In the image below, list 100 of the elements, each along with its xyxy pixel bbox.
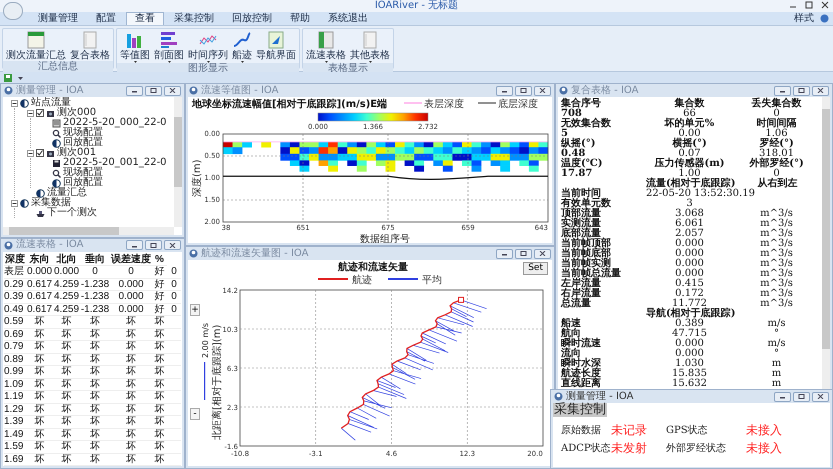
menu-tab[interactable]: 查看 <box>126 12 164 25</box>
minimize-button[interactable] <box>496 248 513 258</box>
table-cell: 坏 <box>110 378 152 391</box>
help-icon[interactable] <box>820 14 829 23</box>
maximize-button[interactable] <box>145 240 162 250</box>
close-button[interactable] <box>812 392 829 402</box>
table-cell: 4.259 <box>53 291 80 304</box>
table-cell-text: m/s <box>766 339 786 349</box>
collapse-icon[interactable] <box>11 100 18 106</box>
tree-item[interactable]: 下一个测次 <box>47 208 97 218</box>
table-cell-text: 瞬时水深 <box>561 359 602 369</box>
maximize-button[interactable] <box>145 86 162 96</box>
checkbox[interactable] <box>36 109 44 117</box>
ribbon-button[interactable]: 测次流量汇总 <box>5 29 67 61</box>
panel-title: 流速等值图 - IOA <box>201 84 278 96</box>
menu-tab[interactable]: 采集控制 <box>166 12 222 25</box>
magnifier-icon <box>52 168 61 178</box>
table-cell: 坏 <box>26 341 53 354</box>
end-marker <box>458 296 464 303</box>
maximize-icon[interactable] <box>805 1 813 9</box>
magnifier-icon <box>52 128 61 138</box>
menu-tab[interactable]: 帮助 <box>282 12 318 25</box>
close-button[interactable] <box>164 240 181 250</box>
table-cell: 坏 <box>152 391 167 404</box>
zoom-in-button[interactable]: + <box>190 304 200 316</box>
tree-item[interactable]: 2022-5-20_001_22-0 <box>63 158 167 168</box>
maximize-button[interactable] <box>793 392 810 402</box>
close-icon[interactable] <box>821 1 829 9</box>
tree-item[interactable]: 回放配置 <box>63 178 103 188</box>
tree-item[interactable]: 采集数据 <box>31 198 71 208</box>
minimize-button[interactable] <box>126 240 143 250</box>
maximize-button[interactable] <box>793 86 810 96</box>
minimize-button[interactable] <box>774 86 791 96</box>
table-cell: 坏 <box>110 354 152 366</box>
tree-item[interactable]: 现场配置 <box>63 128 103 138</box>
dialog-title: 测量管理 - IOA <box>566 390 634 402</box>
ribbon-button[interactable]: 复合表格 <box>69 29 111 61</box>
close-button[interactable] <box>534 86 551 96</box>
table-cell: 0.617 <box>26 291 53 304</box>
table-cell-text: 时间间隔 <box>756 119 798 129</box>
table-cell-text: 3.068 <box>674 209 705 219</box>
table-cell-text: m^3/s <box>759 259 794 269</box>
ribbon-button[interactable]: 流速表格 <box>305 29 347 63</box>
tree-item[interactable]: 现场配置 <box>63 168 103 178</box>
dropdown-icon[interactable] <box>18 76 23 80</box>
ribbon-button[interactable]: 时间序列 <box>187 29 229 63</box>
table-cell: 1.69 <box>4 454 26 466</box>
menu-tab[interactable]: 系统退出 <box>320 12 376 25</box>
table-cell: 表层 <box>4 266 26 278</box>
close-button[interactable] <box>534 248 551 258</box>
minimize-button[interactable] <box>774 392 791 402</box>
table-cell: 坏 <box>110 454 152 466</box>
tree-item[interactable]: 测次000 <box>57 108 96 118</box>
menu-tab[interactable]: 测量管理 <box>30 12 86 25</box>
table-cell-text: 流向 <box>561 349 581 359</box>
checkbox[interactable] <box>36 149 44 157</box>
table-cell: 坏 <box>80 366 110 378</box>
table-cell-text: 外部罗经(°) <box>748 159 805 169</box>
table-cell: 坏 <box>26 454 53 466</box>
close-button[interactable] <box>164 86 181 96</box>
axis-label: 北距离[相对于底跟踪](m) <box>212 324 223 440</box>
zoom-out-button[interactable]: - <box>190 408 200 420</box>
column-header: 误差速度 <box>110 254 152 266</box>
maximize-button[interactable] <box>515 248 532 258</box>
tree-item[interactable]: 2022-5-20_000_22-0 <box>63 118 167 128</box>
maximize-icon <box>520 251 527 256</box>
close-button[interactable] <box>812 86 829 96</box>
table-cell: 坏 <box>26 328 53 341</box>
set-button[interactable]: Set <box>523 262 548 275</box>
table-cell: 坏 <box>152 328 167 341</box>
table-cell-text: 17.87 <box>561 169 594 179</box>
ribbon-button[interactable]: 其他表格 <box>349 29 391 63</box>
table-cell-text: 0.415 <box>674 279 705 289</box>
ribbon-button[interactable]: 等值图 <box>119 29 151 63</box>
collapse-icon[interactable] <box>27 110 34 116</box>
app-icon <box>4 86 13 95</box>
collapse-icon[interactable] <box>11 200 18 206</box>
minimize-button[interactable] <box>126 86 143 96</box>
menu-tab[interactable]: 配置 <box>88 12 124 25</box>
ribbon-button[interactable]: 剖面图 <box>153 29 185 63</box>
tree-item[interactable]: 测次001 <box>57 148 96 158</box>
status-value: 未发射 <box>611 441 648 455</box>
table-cell-text: 0.172 <box>675 289 704 299</box>
table-cell: 坏 <box>53 366 80 378</box>
menu-tab[interactable]: 回放控制 <box>224 12 280 25</box>
table-cell-text: 1.06 <box>765 129 788 139</box>
table-cell: 好 <box>152 304 167 316</box>
maximize-button[interactable] <box>515 86 532 96</box>
collapse-icon[interactable] <box>27 150 34 156</box>
tree-item[interactable]: 回放配置 <box>63 138 103 148</box>
table-cell-text: 0.000 <box>674 269 705 279</box>
table-cell: 坏 <box>53 316 80 328</box>
ribbon-button[interactable]: 导航界面 <box>255 29 297 63</box>
ribbon-button[interactable]: 船迹 <box>231 29 253 63</box>
minimize-button[interactable] <box>496 86 513 96</box>
table-cell: 坏 <box>26 404 53 416</box>
tree-item[interactable]: 流量汇总 <box>47 188 87 198</box>
save-icon[interactable] <box>4 74 12 82</box>
style-menu[interactable]: 样式 <box>790 13 818 25</box>
table-cell: 0.000 <box>110 291 152 304</box>
